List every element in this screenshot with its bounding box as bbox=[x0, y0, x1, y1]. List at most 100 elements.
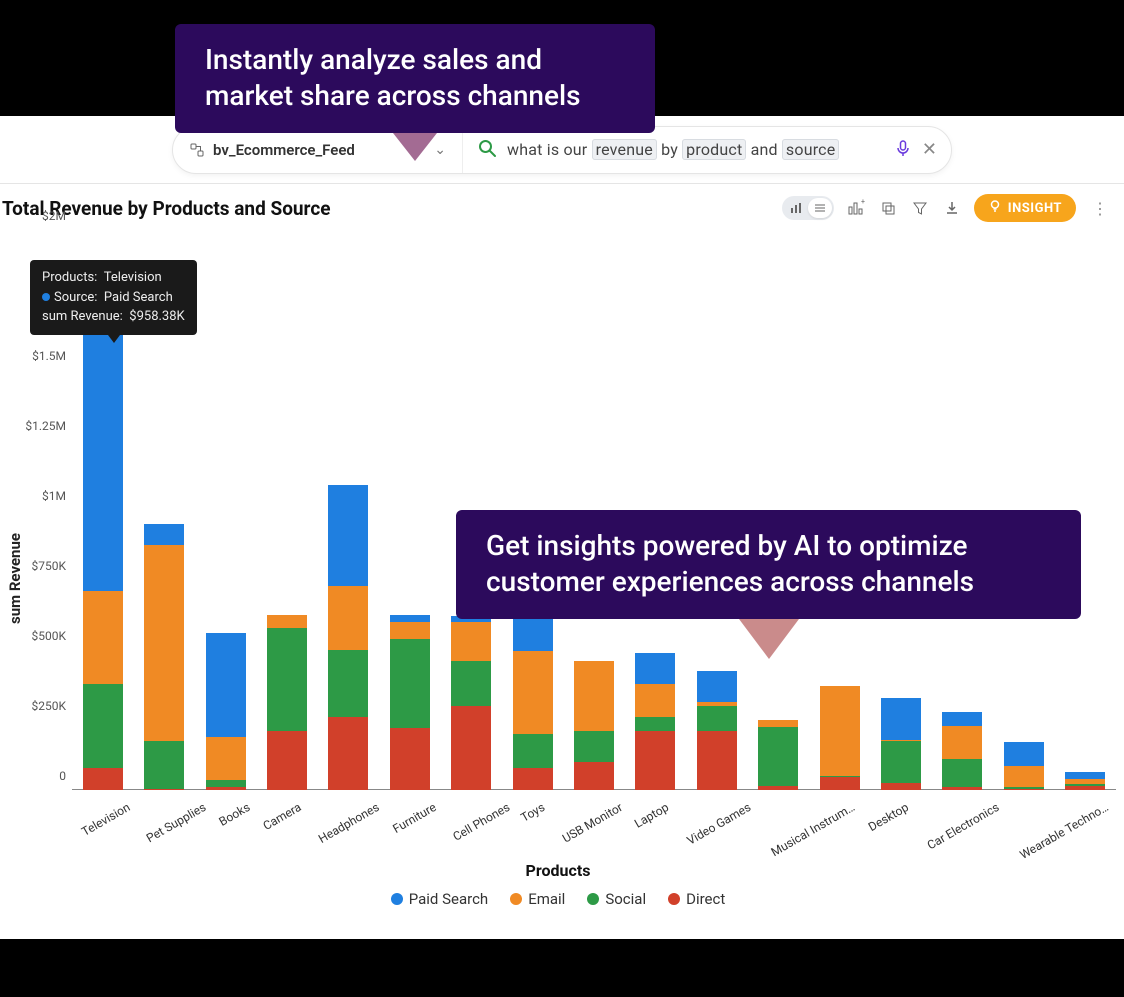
bar-segment[interactable] bbox=[697, 731, 737, 790]
more-menu-icon[interactable]: ⋮ bbox=[1088, 199, 1112, 218]
y-tick: 0 bbox=[59, 769, 72, 783]
legend-swatch-icon bbox=[668, 893, 680, 905]
bar-segment[interactable] bbox=[574, 762, 614, 790]
bar-segment[interactable] bbox=[758, 727, 798, 786]
x-axis-label: USB Monitor bbox=[551, 790, 628, 809]
bar-segment[interactable] bbox=[942, 712, 982, 726]
legend-item[interactable]: Direct bbox=[668, 890, 725, 908]
bar-segment[interactable] bbox=[574, 731, 614, 762]
bar-segment[interactable] bbox=[513, 651, 553, 734]
bar-segment[interactable] bbox=[881, 783, 921, 790]
callout-mid: Get insights powered by AI to optimize c… bbox=[456, 510, 1081, 619]
bar-stack bbox=[758, 720, 798, 790]
copy-icon[interactable] bbox=[878, 198, 898, 218]
bar-segment[interactable] bbox=[328, 485, 368, 586]
bar-segment[interactable] bbox=[1065, 786, 1105, 790]
add-chart-icon[interactable]: + bbox=[846, 198, 866, 218]
bar-stack bbox=[1065, 772, 1105, 790]
query-text-mid1: by bbox=[657, 140, 682, 159]
legend-item[interactable]: Social bbox=[587, 890, 646, 908]
bar-segment[interactable] bbox=[1004, 742, 1044, 766]
bar-segment[interactable] bbox=[758, 786, 798, 790]
bar-segment[interactable] bbox=[513, 734, 553, 768]
bar-segment[interactable] bbox=[697, 706, 737, 731]
download-icon[interactable] bbox=[942, 198, 962, 218]
bar-segment[interactable] bbox=[881, 741, 921, 783]
bar-segment[interactable] bbox=[144, 789, 184, 790]
clear-search-icon[interactable]: ✕ bbox=[922, 139, 937, 160]
bar-segment[interactable] bbox=[635, 653, 675, 684]
legend-label: Email bbox=[528, 890, 565, 908]
bar-segment[interactable] bbox=[206, 737, 246, 780]
bar-segment[interactable] bbox=[206, 633, 246, 737]
query-pill-revenue: revenue bbox=[592, 139, 657, 160]
bar-segment[interactable] bbox=[513, 768, 553, 790]
bar-segment[interactable] bbox=[881, 698, 921, 740]
bar-column[interactable] bbox=[195, 230, 256, 790]
bar-segment[interactable] bbox=[574, 661, 614, 731]
x-axis-label: Headphones bbox=[307, 790, 385, 809]
legend-item[interactable]: Email bbox=[510, 890, 565, 908]
bar-segment[interactable] bbox=[390, 728, 430, 790]
query-input-area[interactable]: what is our revenue by product and sourc… bbox=[463, 138, 951, 162]
bar-segment[interactable] bbox=[206, 780, 246, 787]
bar-stack bbox=[881, 698, 921, 790]
bar-column[interactable] bbox=[256, 230, 317, 790]
bar-segment[interactable] bbox=[635, 684, 675, 718]
y-tick: $250K bbox=[31, 699, 72, 713]
bar-segment[interactable] bbox=[83, 322, 123, 591]
bar-segment[interactable] bbox=[758, 720, 798, 727]
bar-segment[interactable] bbox=[267, 628, 307, 732]
bar-segment[interactable] bbox=[206, 787, 246, 790]
query-text-prefix: what is our bbox=[507, 140, 592, 159]
bar-segment[interactable] bbox=[820, 686, 860, 776]
bar-segment[interactable] bbox=[1004, 789, 1044, 790]
chart-header: Total Revenue by Products and Source + I… bbox=[0, 184, 1124, 224]
legend-label: Social bbox=[605, 890, 646, 908]
y-tick: $2M bbox=[42, 209, 72, 223]
bar-segment[interactable] bbox=[1004, 766, 1044, 787]
bar-segment[interactable] bbox=[144, 524, 184, 545]
search-icon bbox=[477, 138, 497, 162]
bar-segment[interactable] bbox=[328, 586, 368, 650]
bar-column[interactable] bbox=[318, 230, 379, 790]
filter-icon[interactable] bbox=[910, 198, 930, 218]
bar-segment[interactable] bbox=[328, 650, 368, 717]
bar-segment[interactable] bbox=[267, 731, 307, 790]
bar-stack bbox=[513, 612, 553, 790]
insight-button[interactable]: INSIGHT bbox=[974, 194, 1076, 222]
bar-segment[interactable] bbox=[635, 717, 675, 731]
tooltip-source-label: Source: bbox=[54, 290, 97, 305]
table-view-icon[interactable] bbox=[808, 198, 832, 218]
bar-segment[interactable] bbox=[451, 706, 491, 790]
bar-segment[interactable] bbox=[451, 661, 491, 706]
bar-segment[interactable] bbox=[942, 726, 982, 760]
bar-segment[interactable] bbox=[942, 787, 982, 790]
bar-segment[interactable] bbox=[942, 759, 982, 787]
bar-segment[interactable] bbox=[451, 622, 491, 661]
bar-segment[interactable] bbox=[820, 777, 860, 790]
tooltip-products-label: Products: bbox=[42, 270, 97, 285]
bar-segment[interactable] bbox=[267, 615, 307, 628]
y-tick: $1.5M bbox=[32, 349, 72, 363]
bar-segment[interactable] bbox=[83, 768, 123, 790]
legend-item[interactable]: Paid Search bbox=[391, 890, 488, 908]
bar-stack bbox=[697, 671, 737, 790]
bar-segment[interactable] bbox=[390, 622, 430, 639]
microphone-icon[interactable] bbox=[894, 139, 912, 161]
chart-tooltip: Products: Television Source: Paid Search… bbox=[30, 260, 197, 335]
bar-segment[interactable] bbox=[390, 615, 430, 622]
bar-segment[interactable] bbox=[635, 731, 675, 790]
bar-segment[interactable] bbox=[328, 717, 368, 790]
bar-segment[interactable] bbox=[390, 639, 430, 729]
bar-segment[interactable] bbox=[697, 671, 737, 702]
bar-segment[interactable] bbox=[144, 741, 184, 789]
bar-segment[interactable] bbox=[1065, 772, 1105, 779]
y-tick: $750K bbox=[31, 559, 72, 573]
chart-view-icon[interactable] bbox=[784, 198, 808, 218]
view-toggle[interactable] bbox=[782, 196, 834, 220]
bar-segment[interactable] bbox=[83, 684, 123, 768]
bar-segment[interactable] bbox=[144, 545, 184, 741]
bar-segment[interactable] bbox=[83, 591, 123, 683]
bar-column[interactable] bbox=[379, 230, 440, 790]
